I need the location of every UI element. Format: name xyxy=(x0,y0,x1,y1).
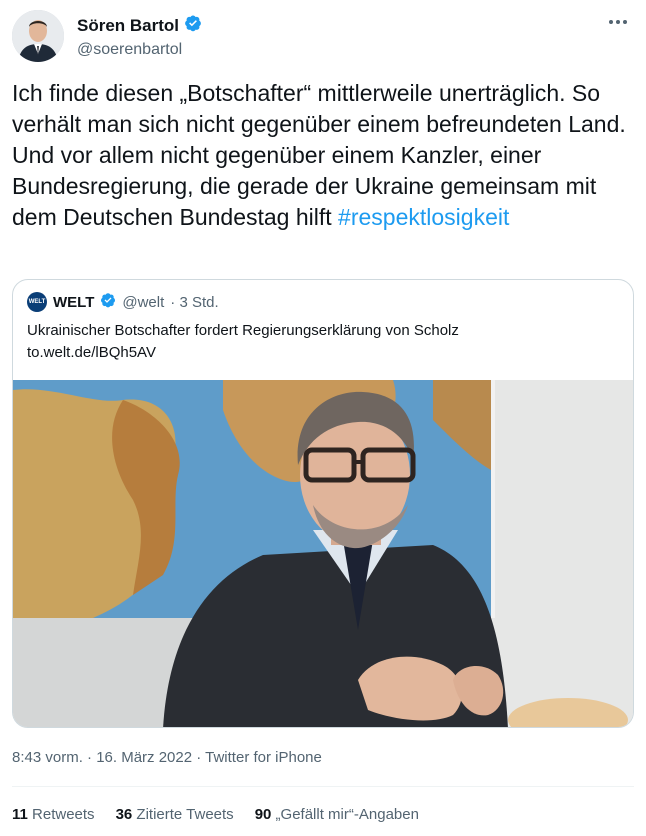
tweet-timestamp[interactable]: 8:43 vorm. · 16. März 2022 · Twitter for… xyxy=(12,749,322,766)
quoted-tweet-card[interactable]: WELT WELT @welt · 3 Std. Ukrainischer Bo… xyxy=(12,279,634,728)
tweet-body: Ich finde diesen „Botschafter“ mittlerwe… xyxy=(12,80,626,230)
quoted-tweet-header: WELT WELT @welt · 3 Std. xyxy=(27,292,219,312)
quoted-link[interactable]: to.welt.de/lBQh5AV xyxy=(27,342,621,364)
quoted-tweet-age: · 3 Std. xyxy=(170,293,219,311)
quoted-verified-badge-icon xyxy=(100,292,116,312)
quoted-headline: Ukrainischer Botschafter fordert Regieru… xyxy=(27,322,459,339)
likes-label: „Gefällt mir“-Angaben xyxy=(275,806,419,823)
likes-count: 90 xyxy=(254,806,272,823)
tweet-header: Sören Bartol @soerenbartol xyxy=(12,10,634,66)
welt-logo-icon: WELT xyxy=(27,292,47,312)
more-dot xyxy=(609,20,613,24)
more-options-icon[interactable] xyxy=(604,12,632,32)
retweets-count: 11 xyxy=(12,806,28,823)
more-dot xyxy=(616,20,620,24)
quoted-tweet-photo[interactable] xyxy=(13,380,633,727)
author-name-block: Sören Bartol @soerenbartol xyxy=(77,14,202,59)
author-name-row: Sören Bartol xyxy=(77,14,202,37)
verified-badge-icon xyxy=(184,14,202,37)
likes-stat[interactable]: 90 „Gefällt mir“-Angaben xyxy=(255,806,419,823)
more-dot xyxy=(623,20,627,24)
quote-tweets-count: 36 xyxy=(115,806,133,823)
divider xyxy=(12,786,634,787)
tweet-text: Ich finde diesen „Botschafter“ mittlerwe… xyxy=(12,78,634,233)
retweets-stat[interactable]: 11 Retweets xyxy=(12,806,95,823)
retweets-label: Retweets xyxy=(32,806,95,823)
author-display-name[interactable]: Sören Bartol xyxy=(77,16,179,36)
hashtag-link[interactable]: #respektlosigkeit xyxy=(338,204,509,230)
quoted-tweet-text: Ukrainischer Botschafter fordert Regieru… xyxy=(27,320,621,364)
quote-tweets-label: Zitierte Tweets xyxy=(136,806,234,823)
author-avatar[interactable] xyxy=(12,10,64,62)
quoted-author-handle[interactable]: @welt xyxy=(122,294,164,311)
quoted-author-name[interactable]: WELT xyxy=(53,294,94,311)
quote-tweets-stat[interactable]: 36 Zitierte Tweets xyxy=(116,806,234,823)
tweet-stats: 11 Retweets 36 Zitierte Tweets 90 „Gefäl… xyxy=(12,806,419,823)
author-handle[interactable]: @soerenbartol xyxy=(77,41,202,59)
